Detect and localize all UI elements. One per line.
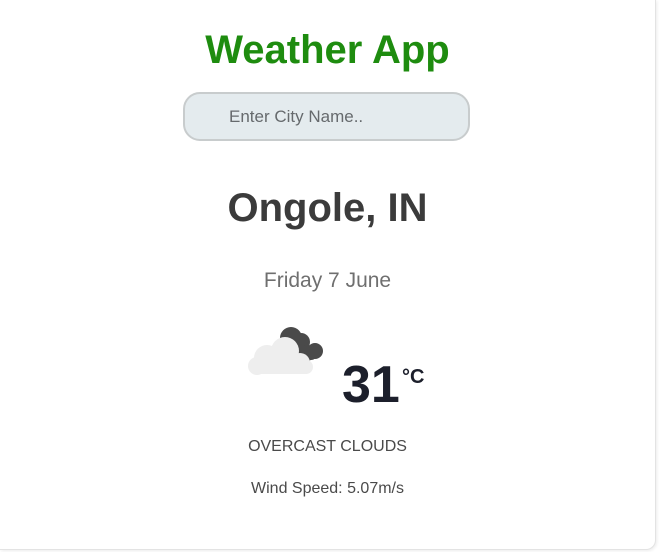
wind-speed: Wind Speed: 5.07m/s <box>251 480 404 497</box>
app-title: Weather App <box>205 28 450 72</box>
temperature-unit: °C <box>402 366 425 388</box>
weather-description: OVERCAST CLOUDS <box>248 438 407 455</box>
city-search-input[interactable] <box>183 92 470 141</box>
cloudy-icon <box>245 322 329 378</box>
city-name: Ongole, IN <box>227 186 428 230</box>
temperature-value: 31 <box>342 356 400 414</box>
current-date: Friday 7 June <box>263 269 392 292</box>
weather-card: Weather App Ongole, IN Friday 7 June 3 <box>0 0 656 550</box>
